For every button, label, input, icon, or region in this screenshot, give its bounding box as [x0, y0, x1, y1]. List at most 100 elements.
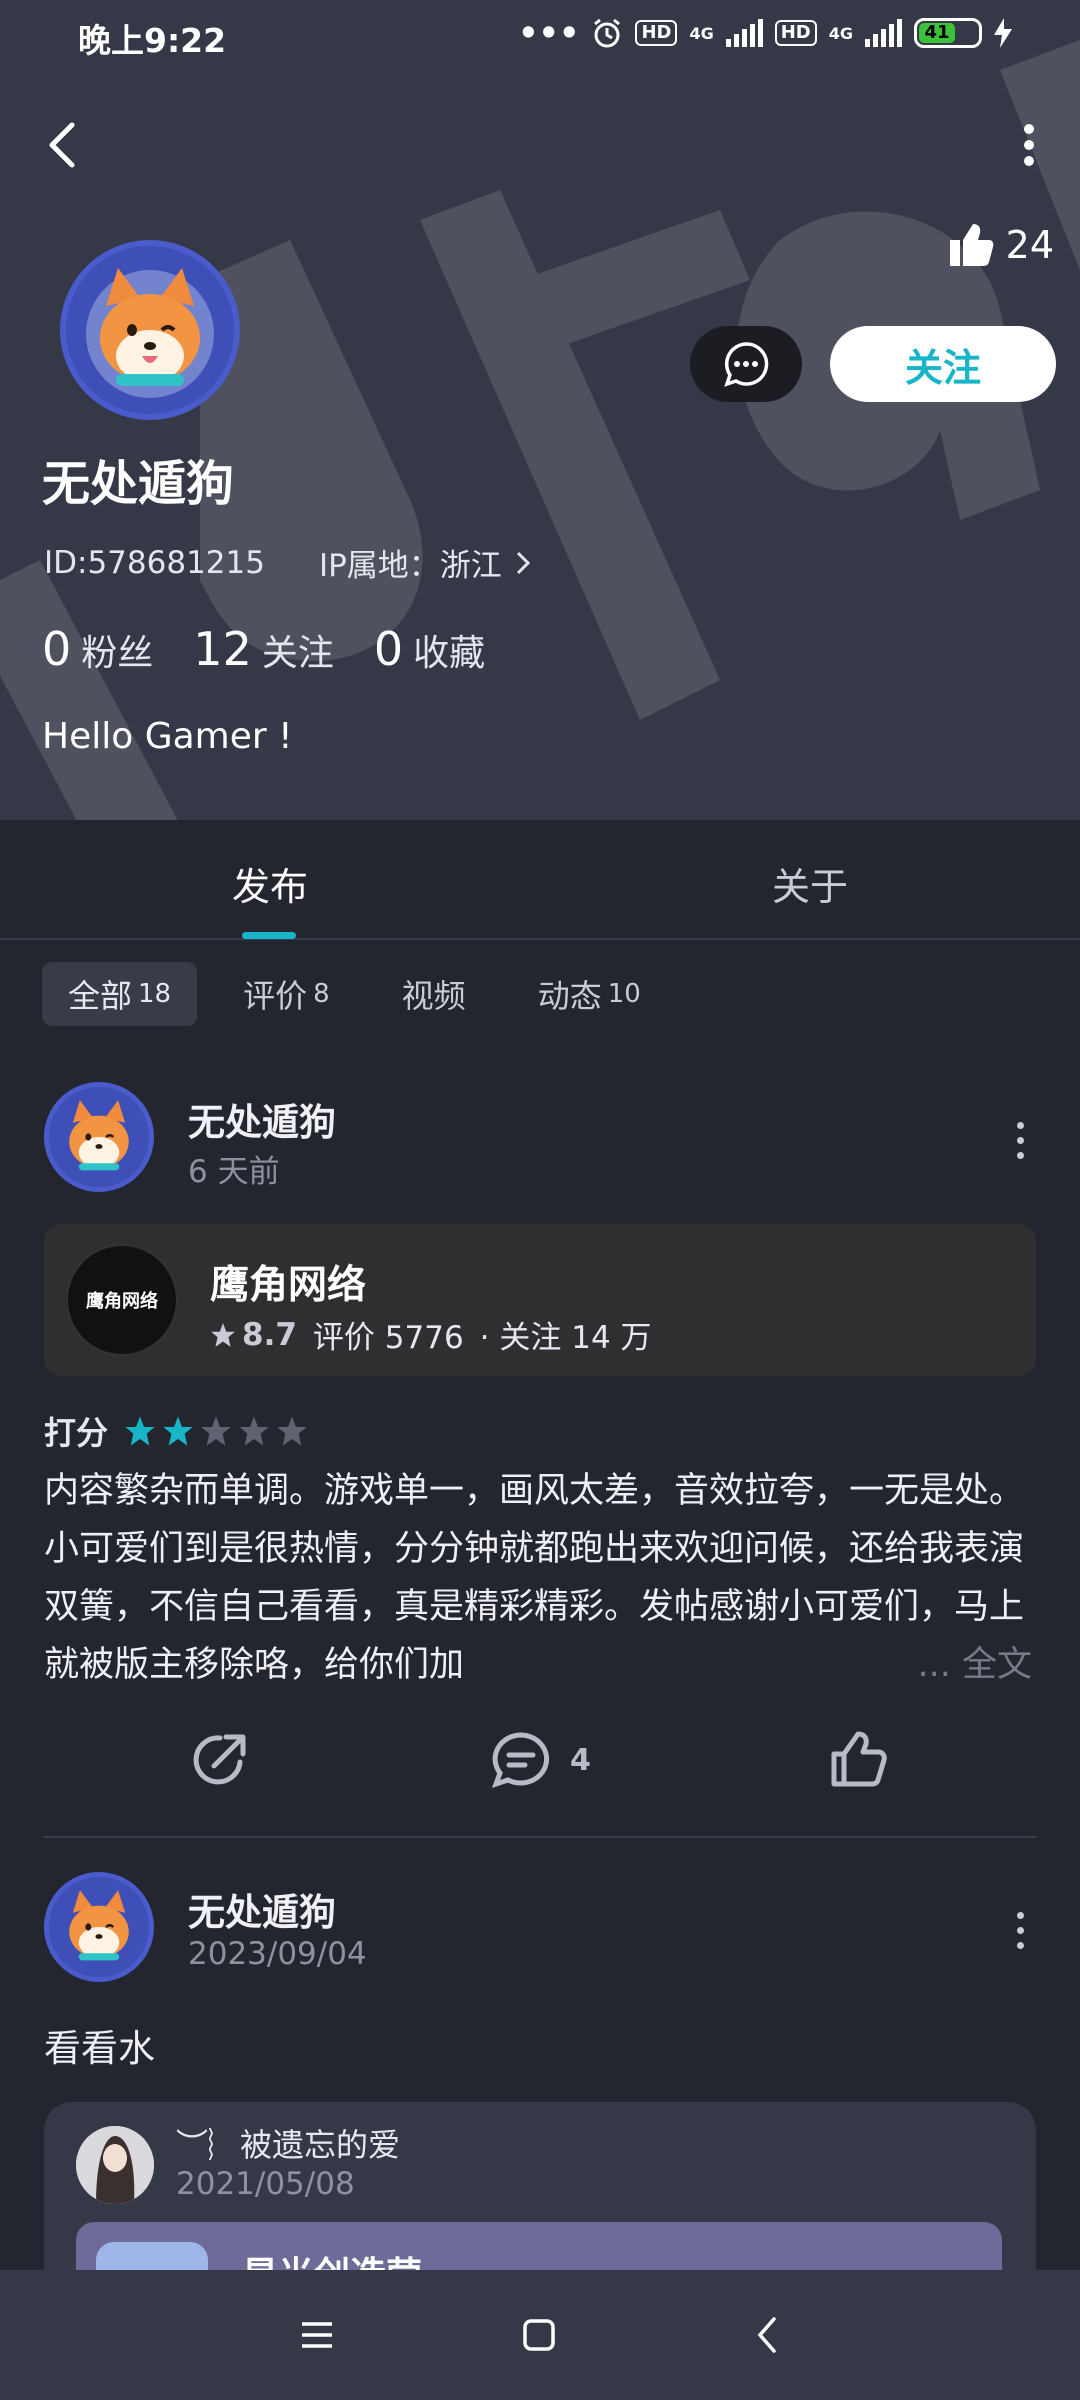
- filter-all-count: 18: [138, 979, 172, 1009]
- post1-avatar[interactable]: [44, 1082, 154, 1192]
- stat-following[interactable]: 12 关注: [193, 622, 334, 676]
- ip-location-link[interactable]: IP属地：浙江: [319, 540, 530, 585]
- post2-avatar[interactable]: [44, 1872, 154, 1982]
- chevron-right-icon: [516, 551, 530, 574]
- shared-author-name[interactable]: ︶︴被遗忘的爱: [176, 2120, 400, 2166]
- profile-like-count: 24: [1005, 223, 1054, 267]
- hd-badge-2: HD: [774, 20, 817, 46]
- filter-moments-count: 10: [607, 979, 641, 1009]
- more-menu-button[interactable]: [994, 110, 1064, 180]
- battery-icon: 41: [914, 18, 982, 48]
- star-icon: [125, 1416, 155, 1446]
- signal-icon: [725, 19, 763, 47]
- charging-icon: [994, 18, 1012, 48]
- stat-fans[interactable]: 0 粉丝: [42, 622, 153, 676]
- tab-about[interactable]: 关于: [772, 856, 848, 911]
- post1-time: 6 天前: [188, 1154, 280, 1190]
- square-home-icon: [523, 2319, 555, 2351]
- follow-button[interactable]: 关注: [830, 326, 1056, 402]
- message-button[interactable]: [690, 326, 802, 402]
- stat-favorites-count: 0: [373, 622, 404, 676]
- post2-author[interactable]: 无处遁狗: [188, 1882, 336, 1936]
- profile-avatar[interactable]: [60, 240, 240, 420]
- status-icons: ••• HD 4G HD 4G 41: [518, 14, 1012, 52]
- back-button[interactable]: [26, 110, 96, 180]
- profile-name: 无处遁狗: [42, 456, 235, 512]
- comment-icon: [491, 1732, 550, 1789]
- share-button[interactable]: [190, 1730, 250, 1790]
- shiba-avatar-image: [66, 246, 234, 414]
- stat-following-count: 12: [193, 622, 252, 676]
- stat-favorites[interactable]: 0 收藏: [374, 622, 485, 676]
- back-arrow-icon: [49, 122, 75, 168]
- chat-bubble-icon: [724, 342, 769, 387]
- game-reviews: 评价 5776: [312, 1320, 464, 1356]
- filter-videos-label: 视频: [401, 977, 466, 1015]
- tab-posts[interactable]: 发布: [232, 856, 308, 911]
- hd-badge: HD: [635, 20, 678, 46]
- game-score: 8.7: [242, 1316, 297, 1353]
- home-button[interactable]: [514, 2310, 564, 2360]
- ip-location: IP属地：浙江: [318, 548, 502, 584]
- post2-time: 2023/09/04: [188, 1936, 367, 1972]
- filter-reviews-count: 8: [313, 979, 330, 1009]
- post1-actions: 4: [0, 1730, 1080, 1804]
- star-icon: [239, 1416, 269, 1446]
- stat-fans-count: 0: [42, 622, 72, 676]
- anime-avatar-image: [76, 2126, 154, 2204]
- shared-author-avatar[interactable]: [76, 2126, 154, 2204]
- post1-more-button[interactable]: [1010, 1122, 1030, 1159]
- post-divider: [44, 1836, 1036, 1838]
- like-button[interactable]: [830, 1730, 888, 1788]
- post-filters: 全部 18 评价 8 视频 动态 10: [42, 962, 667, 1026]
- watermark-graphic: [0, 40, 1080, 820]
- share-icon: [193, 1734, 246, 1785]
- post1-author[interactable]: 无处遁狗: [188, 1092, 336, 1146]
- profile-bio: Hello Gamer !: [42, 716, 293, 757]
- star-icon: [211, 1322, 235, 1347]
- battery-level: 41: [919, 23, 955, 43]
- back-chevron-icon: [757, 2317, 776, 2353]
- profile-tabs: 发布 关于: [0, 820, 1080, 940]
- filter-moments-label: 动态: [537, 977, 602, 1015]
- comment-count: 4: [570, 1742, 591, 1778]
- profile-like-button[interactable]: 24: [948, 222, 1054, 268]
- profile-id-row: ID:578681215 IP属地：浙江: [44, 540, 530, 585]
- signal-icon-2: [865, 19, 902, 47]
- profile-stats: 0 粉丝 12 关注 0 收藏: [42, 622, 485, 676]
- alarm-icon: [594, 18, 621, 48]
- star-icon: [163, 1416, 193, 1446]
- vertical-dots-icon: [1024, 124, 1034, 166]
- thumbs-up-outline-icon: [831, 1731, 887, 1787]
- shiba-avatar-image: [49, 1087, 149, 1187]
- filter-all[interactable]: 全部 18: [42, 962, 198, 1026]
- rating-label: 打分: [44, 1414, 109, 1452]
- shared-post-time: 2021/05/08: [176, 2166, 355, 2202]
- network-type-2: 4G: [828, 23, 853, 43]
- filter-all-label: 全部: [68, 977, 133, 1015]
- game-logo-text: 鹰角网络: [86, 1291, 158, 1312]
- filter-videos[interactable]: 视频: [376, 962, 492, 1026]
- status-time: 晚上9:22: [78, 21, 227, 60]
- game-meta: 8.7 评价 5776 · 关注 14 万: [210, 1312, 652, 1357]
- star-icon: [277, 1416, 307, 1446]
- filter-reviews[interactable]: 评价 8: [217, 962, 356, 1026]
- post2-text[interactable]: 看看水: [44, 2018, 155, 2072]
- game-card[interactable]: 鹰角网络 鹰角网络 8.7 评价 5776 · 关注 14 万: [44, 1224, 1036, 1376]
- expand-full-text[interactable]: ... 全文: [913, 1636, 1032, 1687]
- menu-button[interactable]: [292, 2310, 342, 2360]
- active-tab-indicator: [242, 932, 296, 939]
- hamburger-icon: [302, 2322, 332, 2348]
- filter-reviews-label: 评价: [243, 977, 308, 1015]
- nav-back-button[interactable]: [742, 2310, 792, 2360]
- comment-button[interactable]: 4: [490, 1730, 591, 1790]
- profile-id: ID:578681215: [44, 544, 265, 581]
- post2-more-button[interactable]: [1010, 1912, 1030, 1949]
- game-logo: 鹰角网络: [66, 1244, 178, 1356]
- stat-favorites-label: 收藏: [413, 633, 486, 674]
- review-text[interactable]: 内容繁杂而单调。游戏单一，画风太差，音效拉夸，一无是处。小可爱们到是很热情，分分…: [44, 1462, 1034, 1694]
- network-type: 4G: [689, 23, 714, 43]
- star-icon: [201, 1416, 231, 1446]
- filter-moments[interactable]: 动态 10: [512, 962, 667, 1026]
- system-nav-bar: [0, 2270, 1080, 2400]
